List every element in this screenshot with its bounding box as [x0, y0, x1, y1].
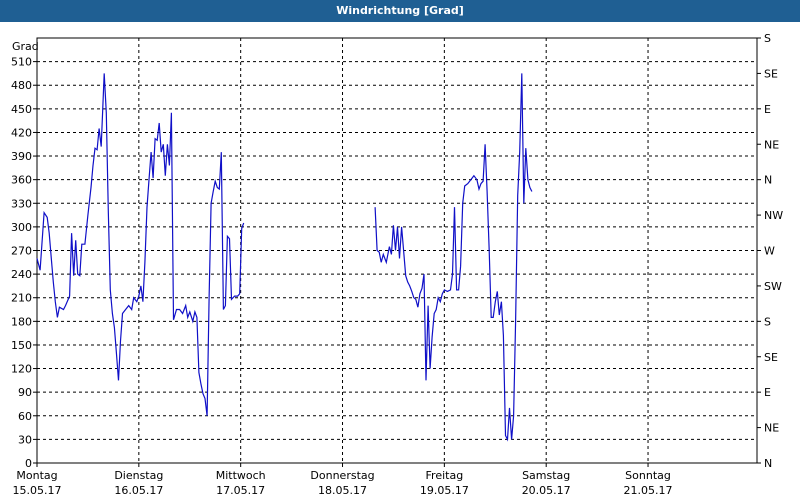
right-tick-label: S — [764, 315, 771, 328]
right-tick-label: NE — [764, 422, 779, 435]
y-tick-label: 60 — [18, 410, 32, 423]
y-tick-label: 240 — [11, 268, 32, 281]
x-tick-weekday: Dienstag — [114, 469, 163, 482]
y-tick-label: 30 — [18, 433, 32, 446]
x-tick-date: 17.05.17 — [216, 484, 265, 497]
y-tick-label: 360 — [11, 174, 32, 187]
x-tick-date: 16.05.17 — [114, 484, 163, 497]
right-tick-label: W — [764, 245, 775, 258]
right-tick-label: SW — [764, 280, 782, 293]
wind-direction-chart: 0306090120150180210240270300330360390420… — [11, 32, 783, 497]
y-tick-label: 270 — [11, 245, 32, 258]
y-tick-label: 450 — [11, 103, 32, 116]
x-tick-weekday: Freitag — [426, 469, 464, 482]
right-tick-label: SE — [764, 351, 778, 364]
window-title: Windrichtung [Grad] — [0, 0, 800, 22]
right-tick-label: N — [764, 174, 772, 187]
x-tick-weekday: Donnerstag — [310, 469, 374, 482]
x-tick-date: 15.05.17 — [13, 484, 62, 497]
x-tick-date: 21.05.17 — [624, 484, 673, 497]
y-tick-label: 90 — [18, 386, 32, 399]
y-tick-label: 180 — [11, 315, 32, 328]
x-tick-weekday: Montag — [16, 469, 57, 482]
y-tick-label: 420 — [11, 126, 32, 139]
right-tick-label: NW — [764, 209, 783, 222]
right-tick-label: NE — [764, 138, 779, 151]
x-tick-weekday: Samstag — [522, 469, 570, 482]
x-tick-date: 20.05.17 — [522, 484, 571, 497]
y-axis-label: Grad — [12, 40, 39, 53]
y-tick-label: 150 — [11, 339, 32, 352]
y-tick-label: 330 — [11, 197, 32, 210]
y-tick-label: 300 — [11, 221, 32, 234]
x-tick-weekday: Mittwoch — [216, 469, 266, 482]
y-tick-label: 480 — [11, 79, 32, 92]
right-tick-label: N — [764, 457, 772, 470]
x-tick-date: 19.05.17 — [420, 484, 469, 497]
right-tick-label: E — [764, 386, 771, 399]
right-tick-label: S — [764, 32, 771, 45]
y-tick-label: 120 — [11, 363, 32, 376]
y-axis-ticks: 0306090120150180210240270300330360390420… — [11, 56, 37, 470]
right-tick-label: SE — [764, 67, 778, 80]
x-axis-ticks: Montag 15.05.17 Dienstag 16.05.17 Mittwoch 17… — [13, 463, 673, 497]
y-tick-label: 210 — [11, 292, 32, 305]
right-tick-label: E — [764, 103, 771, 116]
y-tick-label: 510 — [11, 56, 32, 69]
x-tick-weekday: Sonntag — [625, 469, 671, 482]
right-axis-ticks: N NE E SE S SW W NW N NE E SE S — [757, 32, 783, 470]
x-tick-date: 18.05.17 — [318, 484, 367, 497]
y-tick-label: 390 — [11, 150, 32, 163]
